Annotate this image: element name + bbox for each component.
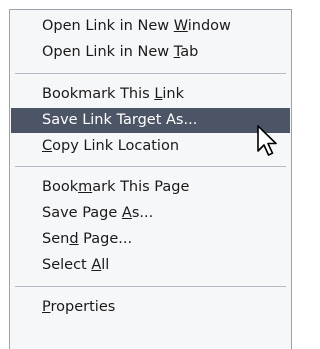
menu-item-save-page-as[interactable]: Save Page As... [11, 201, 290, 226]
menu-item-label: ab [180, 44, 199, 60]
menu-item-label: Bookmark This [42, 86, 155, 102]
menu-separator [15, 166, 286, 167]
menu-item-label: ark This Page [92, 179, 190, 195]
menu-separator [15, 73, 286, 74]
menu-item-copy-link-location[interactable]: Copy Link Location [11, 134, 290, 159]
menu-item-send-page[interactable]: Send Page... [11, 227, 290, 252]
accesskey: d [69, 231, 79, 247]
accesskey: C [42, 138, 53, 154]
link-context-menu: Open Link in New Window Open Link in New… [9, 9, 292, 349]
menu-item-save-link-target-as[interactable]: Save Link Target As... [11, 108, 290, 133]
menu-item-label: s... [131, 205, 154, 221]
menu-item-label: Open Link in New [42, 18, 174, 34]
menu-item-properties[interactable]: Properties [11, 295, 290, 320]
menu-item-label: Sen [42, 231, 70, 247]
accesskey: W [173, 18, 188, 34]
menu-item-label: Save Link Tar [42, 112, 138, 128]
menu-item-label: Save Page [42, 205, 122, 221]
menu-item-bookmark-link[interactable]: Bookmark This Link [11, 82, 290, 107]
accesskey: m [78, 179, 93, 195]
menu-item-label: Open Link in New [42, 44, 174, 60]
menu-item-bookmark-page[interactable]: Bookmark This Page [11, 175, 290, 200]
accesskey: A [91, 257, 102, 273]
accesskey: g [137, 112, 147, 128]
arrow-pointer-icon [257, 125, 277, 156]
menu-item-open-link-new-tab[interactable]: Open Link in New Tab [11, 40, 290, 65]
menu-item-select-all[interactable]: Select All [11, 253, 290, 278]
menu-item-label: Book [42, 179, 79, 195]
accesskey: P [42, 299, 51, 315]
menu-item-open-link-new-window[interactable]: Open Link in New Window [11, 14, 290, 39]
menu-item-label: et As... [146, 112, 198, 128]
menu-item-label: indow [187, 18, 231, 34]
menu-item-label: roperties [50, 299, 116, 315]
menu-separator [15, 286, 286, 287]
accesskey: A [121, 205, 132, 221]
menu-item-label: ink [162, 86, 185, 102]
menu-item-label: ll [101, 257, 110, 273]
menu-item-label: opy Link Location [52, 138, 180, 154]
menu-item-label: Select [42, 257, 92, 273]
menu-item-label: Page... [78, 231, 133, 247]
